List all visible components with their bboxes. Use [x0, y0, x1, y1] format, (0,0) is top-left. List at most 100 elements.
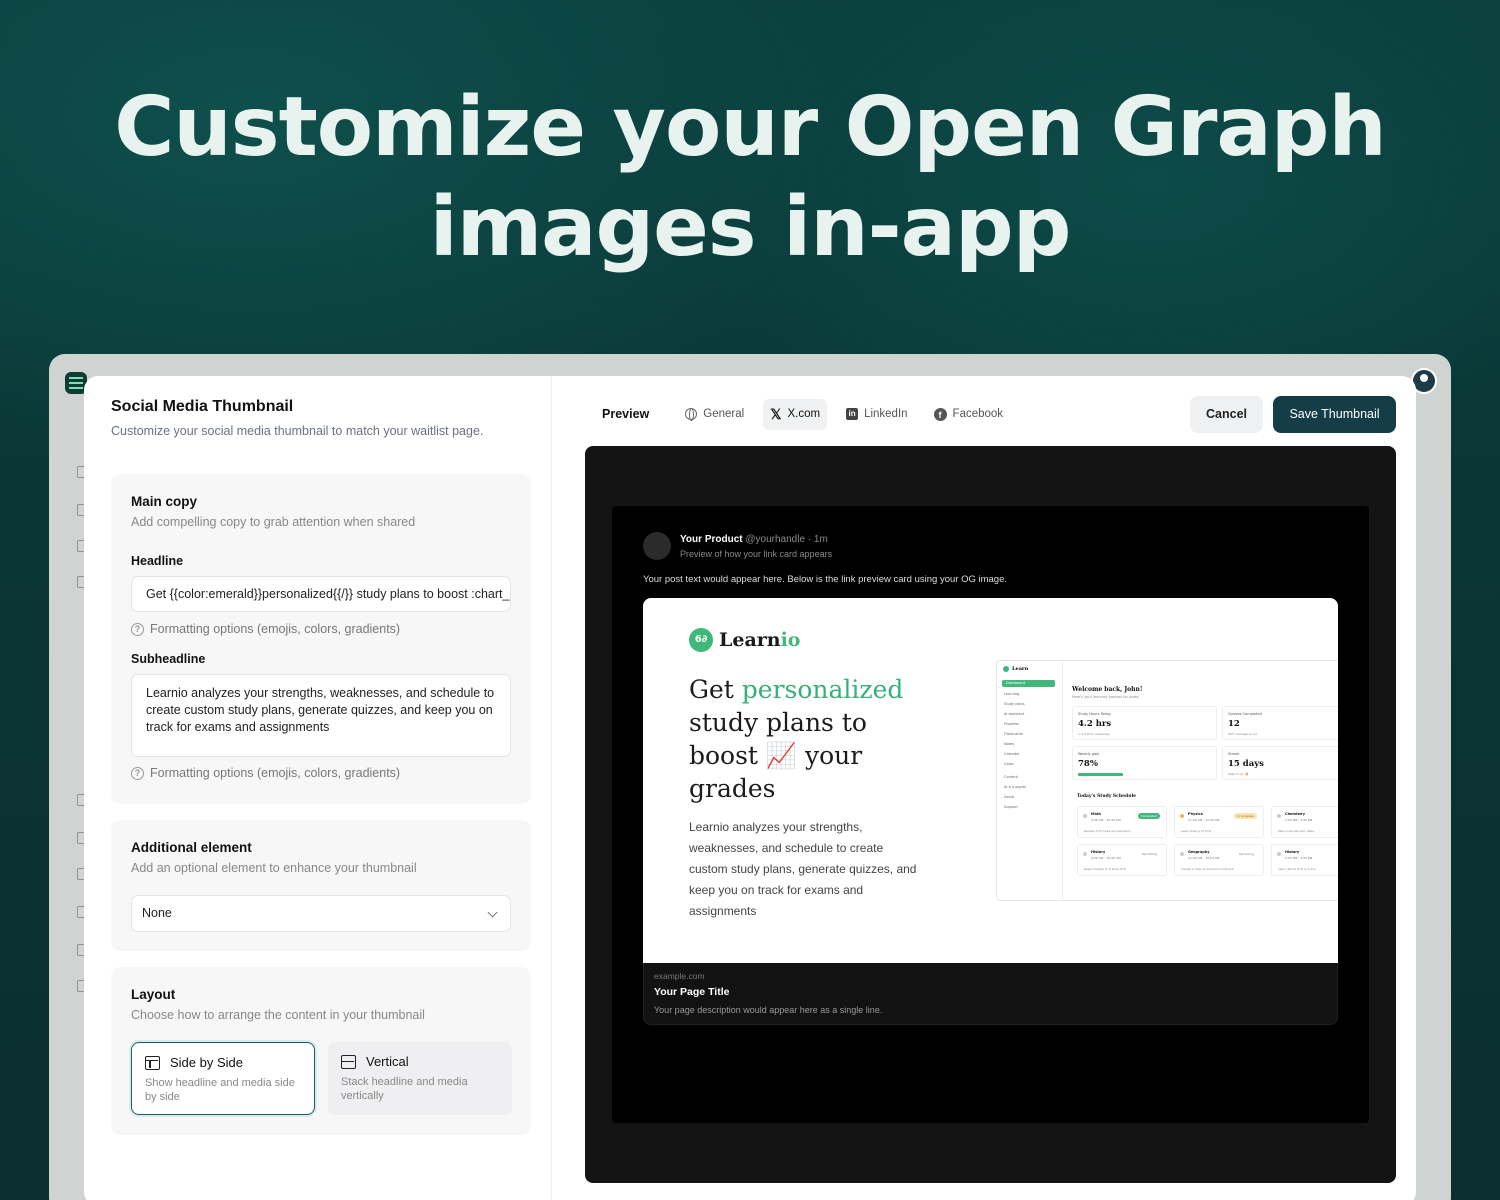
event-subject: Physics — [1188, 812, 1203, 816]
event-note: Learn theory of XYZ — [1181, 829, 1211, 833]
help-icon: ? — [131, 766, 144, 780]
option-description: Stack headline and media vertically — [341, 1076, 468, 1102]
dash-event: History 9:00 AM - 10:30 AM Read chapter 5 … — [1077, 844, 1167, 876]
help-text: Formatting options (emojis, colors, grad… — [150, 622, 401, 636]
og-headline-post: study plans to boost 📈 your grades — [689, 708, 867, 803]
dash-stat-card: Streak 15 days Keep it up! 🔥 — [1222, 746, 1338, 780]
brand-text: Learn — [719, 629, 781, 651]
additional-description: Add an optional element to enhance your … — [131, 861, 417, 875]
hero-line-1: Customize your Open Graph — [114, 80, 1387, 175]
dash-nav-item: Calendar — [1004, 752, 1020, 756]
help-icon: ? — [131, 622, 144, 636]
layout-side-by-side-icon — [145, 1055, 160, 1070]
chevron-down-icon — [487, 907, 498, 918]
tab-label: LinkedIn — [864, 408, 908, 420]
dash-logo: Learn — [1003, 666, 1028, 672]
hero-heading: Customize your Open Graph images in-app — [0, 78, 1500, 278]
stat-sub: Keep it up! 🔥 — [1228, 772, 1250, 776]
link-title: Your Page Title — [654, 986, 730, 998]
social-thumbnail-modal: Social Media Thumbnail Customize your so… — [84, 376, 1416, 1200]
event-note: Create a map of America continent — [1181, 867, 1234, 871]
tweet-name: Your Product — [680, 534, 743, 545]
dash-event: Physics 11:00 AM - 12:30 AM Learn theory o… — [1174, 806, 1264, 838]
og-image: 6∂ Learnio Get personalized study plans t… — [643, 598, 1338, 963]
dash-logo-text: Learn — [1012, 666, 1029, 672]
main-copy-title: Main copy — [131, 494, 198, 509]
tab-x[interactable]: 𝕏 X.com — [763, 398, 828, 430]
event-time: 11:00 AM - 12:30 AM — [1188, 818, 1220, 822]
save-thumbnail-button[interactable]: Save Thumbnail — [1273, 396, 1396, 433]
dash-logo-icon — [1003, 666, 1009, 672]
stat-value: 15 days — [1228, 759, 1264, 769]
modal-description: Customize your social media thumbnail to… — [111, 424, 484, 438]
main-copy-description: Add compelling copy to grab attention wh… — [131, 515, 416, 529]
og-headline: Get personalized study plans to boost 📈 … — [689, 673, 939, 805]
tab-label: General — [703, 408, 745, 420]
additional-title: Additional element — [131, 840, 252, 855]
stat-value: 4.2 hrs — [1078, 719, 1112, 729]
stat-sub: + 0.5 from yesterday — [1078, 732, 1111, 736]
event-note: Read chapter 5 of book XYZ — [1084, 867, 1126, 871]
brand-logo-icon: 6∂ — [689, 628, 713, 652]
option-label: Side by Side — [170, 1055, 243, 1070]
tweet-subtitle: Preview of how your link card appears — [680, 549, 833, 559]
tweet-avatar — [643, 532, 671, 560]
subheadline-textarea[interactable]: Learnio analyzes your strengths, weaknes… — [131, 674, 511, 757]
status-badge: Completed — [1137, 813, 1160, 819]
event-time: 2:00 PM - 3:30 PM — [1285, 856, 1313, 860]
headline-input[interactable]: Get {{color:emerald}}personalized{{/}} s… — [131, 576, 511, 612]
linkedin-icon: in — [846, 408, 859, 420]
event-subject: History — [1285, 850, 1300, 854]
og-headline-accent: personalized — [741, 675, 904, 704]
event-dot — [1083, 852, 1087, 856]
event-time: 11:00 AM - 12:00 AM — [1188, 856, 1220, 860]
event-subject: Math — [1091, 812, 1102, 816]
event-note: Memorize periodic table — [1278, 829, 1315, 833]
cancel-button[interactable]: Cancel — [1190, 396, 1263, 433]
event-subject: Chemistry — [1285, 812, 1306, 816]
og-headline-pre: Get — [689, 675, 742, 704]
dash-nav-item: Flashcards — [1004, 732, 1023, 736]
layout-title: Layout — [131, 987, 176, 1002]
stat-label: Study Hours Today — [1078, 712, 1111, 716]
facebook-icon: f — [933, 407, 947, 421]
tab-label: X.com — [787, 408, 821, 420]
settings-panel: Social Media Thumbnail Customize your so… — [84, 376, 552, 1200]
additional-element-select[interactable]: None — [131, 895, 511, 932]
tab-linkedin[interactable]: in LinkedIn — [839, 401, 914, 427]
tweet-text: Your post text would appear here. Below … — [643, 574, 1008, 585]
dash-event: Math 9:00 AM - 10:30 AM Review fl formula … — [1077, 806, 1167, 838]
event-dot — [1083, 814, 1087, 818]
og-subheadline: Learnio analyzes your strengths, weaknes… — [689, 820, 917, 918]
event-time: 9:00 AM - 10:30 AM — [1091, 818, 1121, 822]
tweet-handle: @yourhandle · 1m — [745, 534, 828, 545]
dash-nav-item: Notes — [1004, 742, 1015, 746]
hero-line-2: images in-app — [429, 180, 1072, 275]
modal-title: Social Media Thumbnail — [111, 398, 294, 415]
brand-text-accent: io — [780, 629, 801, 651]
event-subject: History — [1091, 850, 1106, 854]
subheadline-formatting-help[interactable]: ? Formatting options (emojis, colors, gra… — [131, 766, 400, 780]
dash-stat-card: Study Hours Today 4.2 hrs + 0.5 from yeste… — [1072, 706, 1217, 740]
dash-nav-item: Study plans — [1004, 702, 1025, 706]
headline-label: Headline — [131, 554, 184, 568]
headline-formatting-help[interactable]: ? Formatting options (emojis, colors, gra… — [131, 622, 400, 636]
dash-event: Chemistry 2:00 PM - 3:30 PM Memorize perio… — [1271, 806, 1338, 838]
preview-stage: Your Product @yourhandle · 1m Preview of… — [585, 446, 1396, 1183]
stat-value: 12 — [1228, 719, 1240, 729]
tab-label: Facebook — [952, 408, 1004, 420]
dash-nav-item: Support — [1004, 805, 1018, 809]
stat-value: 78% — [1078, 759, 1098, 769]
option-description: Show headline and media side by side — [145, 1077, 295, 1103]
help-text: Formatting options (emojis, colors, grad… — [150, 766, 401, 780]
layout-option-side-by-side[interactable]: Side by Side Show headline and media sid… — [131, 1042, 315, 1115]
layout-option-vertical[interactable]: Vertical Stack headline and media vertic… — [328, 1042, 512, 1115]
dash-welcome: Welcome back, John! — [1072, 686, 1143, 693]
event-note: Learn about XYZ in X era — [1278, 867, 1316, 871]
link-card-footer[interactable]: example.com Your Page Title Your page de… — [643, 963, 1338, 1025]
status-badge: In progress — [1234, 813, 1257, 819]
tab-general[interactable]: General — [678, 401, 751, 427]
tab-facebook[interactable]: f Facebook — [927, 401, 1011, 428]
select-value: None — [142, 906, 172, 920]
status-badge: Upcoming — [1141, 852, 1157, 856]
